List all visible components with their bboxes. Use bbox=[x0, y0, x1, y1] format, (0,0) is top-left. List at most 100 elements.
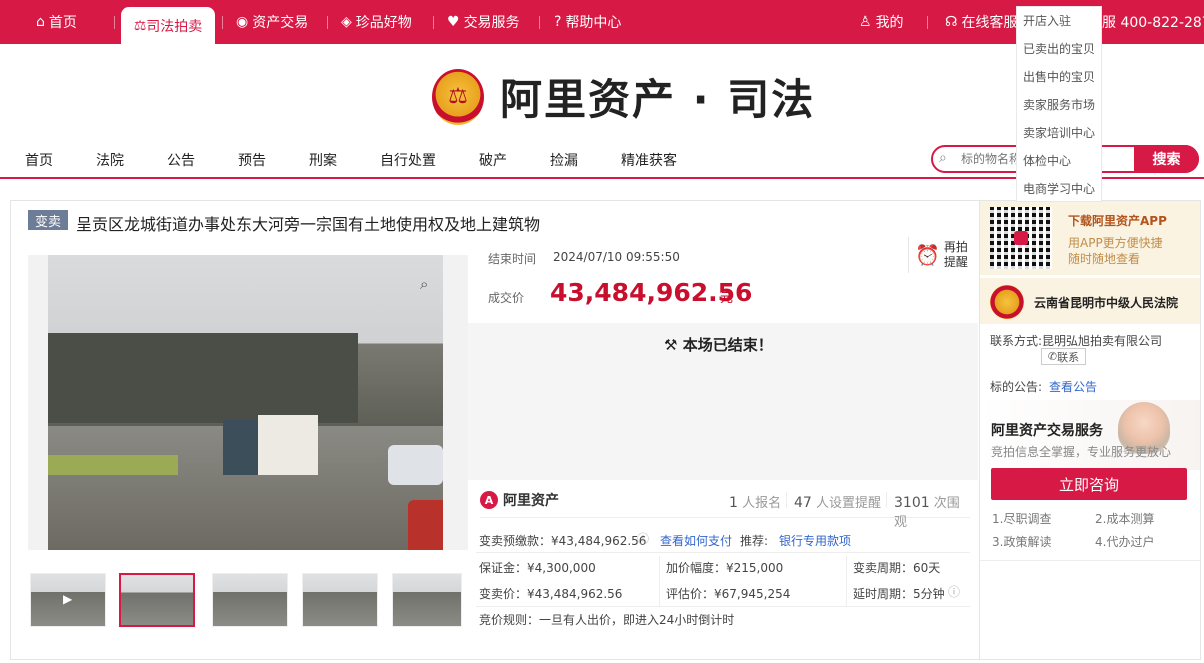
thumbnail-video[interactable]: ▶ bbox=[30, 573, 106, 627]
play-icon: ▶ bbox=[63, 592, 73, 606]
end-time-label: 结束时间 bbox=[488, 252, 537, 266]
app-download-sub2: 随时随地查看 bbox=[1068, 252, 1141, 266]
service-step: 1.尽职调查 bbox=[992, 512, 1052, 526]
bidding-rule: 竞价规则：一旦有人出价，即进入24小时倒计时 bbox=[479, 613, 735, 627]
contact-button[interactable]: ✆ 联系 bbox=[1041, 348, 1086, 365]
alarm-clock-icon: ⏰ bbox=[915, 243, 940, 267]
main-photo bbox=[48, 255, 443, 550]
deal-price-label: 成交价 bbox=[488, 291, 525, 305]
main-nav-criminal[interactable]: 刑案 bbox=[309, 150, 337, 170]
main-image-viewer[interactable] bbox=[28, 255, 468, 550]
notice-label: 标的公告: bbox=[990, 380, 1043, 394]
ali-asset-brand: A 阿里资产 bbox=[480, 490, 559, 510]
menu-item-open-shop[interactable]: 开店入驻 bbox=[1017, 7, 1101, 35]
sale-price: 变卖价：¥43,484,962.56 bbox=[479, 587, 623, 601]
zoom-icon[interactable]: ⌕ bbox=[420, 275, 428, 293]
thumbnail-selected[interactable] bbox=[119, 573, 195, 627]
main-nav-home[interactable]: 首页 bbox=[25, 150, 53, 170]
phone-icon: ✆ bbox=[1047, 350, 1058, 363]
gem-icon: ◈ bbox=[341, 14, 352, 30]
court-name[interactable]: 云南省昆明市中级人民法院 bbox=[1034, 294, 1178, 311]
top-nav-help-center[interactable]: ? 帮助中心 bbox=[554, 0, 621, 44]
top-nav-treasures[interactable]: ◈ 珍品好物 bbox=[341, 0, 412, 44]
top-nav-trade-service[interactable]: ♥ 交易服务 bbox=[447, 0, 520, 44]
search-icon: ⌕ bbox=[939, 150, 947, 166]
info-icon[interactable]: ⓘ bbox=[948, 583, 960, 600]
seller-dropdown-menu: 开店入驻 已卖出的宝贝 出售中的宝贝 卖家服务市场 卖家培训中心 体检中心 电商… bbox=[1016, 6, 1102, 202]
main-nav-bankruptcy[interactable]: 破产 bbox=[479, 150, 507, 170]
main-nav-court[interactable]: 法院 bbox=[96, 150, 124, 170]
ali-asset-logo-icon: A bbox=[480, 491, 498, 509]
thumbnail[interactable] bbox=[392, 573, 462, 627]
menu-item-selling-items[interactable]: 出售中的宝贝 bbox=[1017, 63, 1101, 91]
divider bbox=[433, 16, 434, 29]
menu-item-ecommerce-learning[interactable]: 电商学习中心 bbox=[1017, 175, 1101, 203]
divider bbox=[327, 16, 328, 29]
app-download-sub1: 用APP更方便快捷 bbox=[1068, 236, 1163, 250]
deposit: 保证金：¥4,300,000 bbox=[479, 561, 596, 575]
my-account-link[interactable]: ♙ 我的 bbox=[859, 0, 904, 44]
qr-logo-icon bbox=[1014, 231, 1028, 245]
main-nav-self-disposal[interactable]: 自行处置 bbox=[380, 150, 436, 170]
main-nav-preview[interactable]: 预告 bbox=[238, 150, 266, 170]
top-nav-judicial-auction[interactable]: ⚖ 司法拍卖 bbox=[121, 7, 215, 44]
gavel-icon: ⚒ bbox=[664, 336, 678, 354]
service-step: 2.成本测算 bbox=[1095, 512, 1155, 526]
main-nav-notice[interactable]: 公告 bbox=[167, 150, 195, 170]
online-service-link[interactable]: ☊ 在线客服 bbox=[945, 0, 1017, 44]
divider bbox=[222, 16, 223, 29]
stats-bar: A 阿里资产 1 人报名 47 人设置提醒 3101 次围观 bbox=[480, 490, 970, 530]
remind-stat: 47 人设置提醒 bbox=[794, 495, 881, 511]
end-time-value: 2024/07/10 09:55:50 bbox=[553, 250, 680, 264]
divider bbox=[927, 16, 928, 29]
service-subtitle: 竞拍信息全掌握，专业服务更放心 bbox=[991, 445, 1172, 459]
re-auction-remind-button[interactable]: ⏰ 再拍 提醒 bbox=[908, 237, 972, 273]
court-emblem-icon: ⚖ bbox=[432, 68, 484, 125]
main-nav-precise-customer[interactable]: 精准获客 bbox=[621, 150, 677, 170]
top-nav-asset-trade[interactable]: ◉ 资产交易 bbox=[236, 0, 308, 44]
menu-item-health-check[interactable]: 体检中心 bbox=[1017, 147, 1101, 175]
contact-label: 联系方式:昆明弘旭拍卖有限公司 bbox=[990, 334, 1163, 348]
search-button[interactable]: 搜索 bbox=[1134, 145, 1199, 173]
service-step: 3.政策解读 bbox=[992, 535, 1052, 549]
menu-item-sold-items[interactable]: 已卖出的宝贝 bbox=[1017, 35, 1101, 63]
view-notice-link[interactable]: 查看公告 bbox=[1049, 378, 1097, 395]
deal-price-unit: 元 bbox=[720, 291, 734, 306]
home-icon: ⌂ bbox=[36, 14, 45, 30]
divider bbox=[114, 16, 115, 29]
thumbnail[interactable] bbox=[212, 573, 288, 627]
user-icon: ♙ bbox=[859, 14, 872, 30]
main-nav-bargain[interactable]: 捡漏 bbox=[550, 150, 578, 170]
headset-icon: ☊ bbox=[945, 14, 958, 30]
menu-item-seller-market[interactable]: 卖家服务市场 bbox=[1017, 91, 1101, 119]
how-to-pay-link[interactable]: 查看如何支付 bbox=[660, 532, 732, 549]
service-title: 阿里资产交易服务 bbox=[991, 423, 1103, 439]
top-nav-home[interactable]: ⌂ 首页 bbox=[36, 0, 77, 44]
auction-ended-text: ⚒ 本场已结束！ bbox=[664, 336, 773, 354]
compass-icon: ◉ bbox=[236, 14, 249, 30]
valuation-price: 评估价：¥67,945,254 bbox=[666, 587, 791, 601]
thumbnail[interactable] bbox=[302, 573, 378, 627]
signup-stat: 1 人报名 bbox=[729, 495, 782, 511]
hotline-text: 客服 400-822-2870 bbox=[1088, 15, 1204, 31]
info-icon[interactable]: ⓘ bbox=[637, 530, 649, 547]
view-stat: 3101 次围观 bbox=[894, 495, 960, 530]
heart-icon: ♥ bbox=[447, 14, 460, 30]
sale-type-badge: 变卖 bbox=[28, 210, 68, 230]
site-logo[interactable]: ⚖ 阿里资产 · 司法 bbox=[432, 66, 815, 127]
recommend-label: 推荐: bbox=[740, 534, 769, 548]
divider bbox=[539, 16, 540, 29]
consult-now-button[interactable]: 立即咨询 bbox=[991, 468, 1187, 500]
court-emblem-icon bbox=[990, 285, 1024, 319]
delay-period: 延时周期：5分钟 bbox=[853, 587, 945, 601]
item-title: 呈贡区龙城街道办事处东大河旁一宗国有土地使用权及地上建筑物 bbox=[76, 215, 541, 234]
price-increment: 加价幅度：¥215,000 bbox=[666, 561, 784, 575]
bank-account-link[interactable]: 银行专用款项 bbox=[779, 532, 851, 549]
service-step: 4.代办过户 bbox=[1095, 535, 1155, 549]
menu-item-seller-training[interactable]: 卖家培训中心 bbox=[1017, 119, 1101, 147]
help-icon: ? bbox=[554, 14, 562, 30]
sale-period: 变卖周期：60天 bbox=[853, 561, 941, 575]
app-download-title[interactable]: 下载阿里资产APP bbox=[1068, 212, 1167, 229]
gavel-icon: ⚖ bbox=[133, 17, 147, 34]
prepay-amount: 变卖预缴款：¥43,484,962.56 bbox=[479, 534, 647, 548]
